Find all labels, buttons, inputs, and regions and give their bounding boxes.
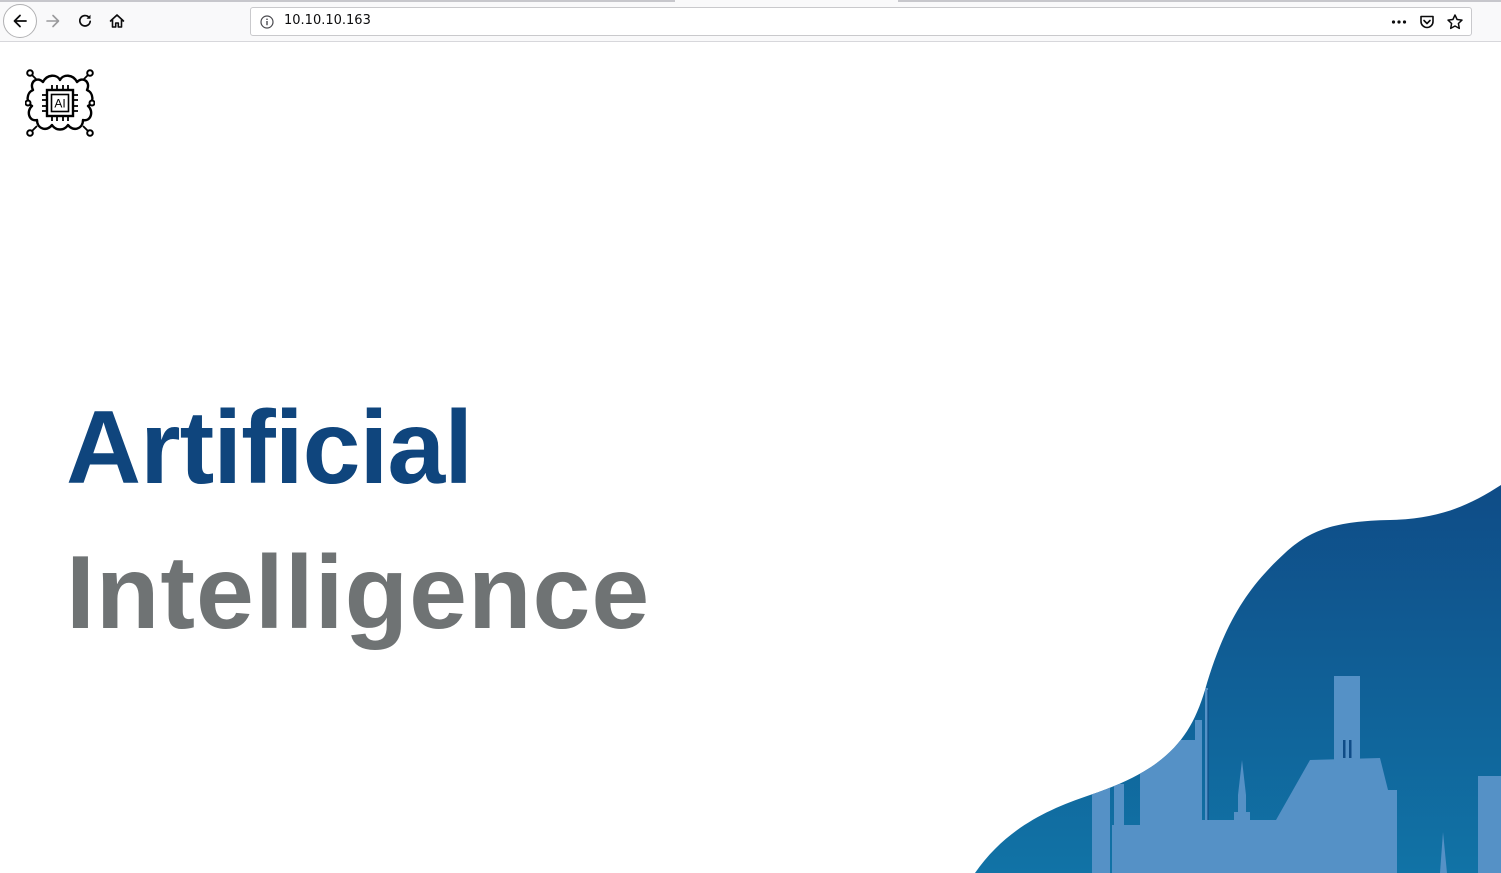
page-actions	[1387, 10, 1467, 34]
headline-artificial: Artificial	[66, 390, 473, 506]
forward-button[interactable]	[37, 5, 69, 37]
browser-toolbar: 10.10.10.163	[0, 0, 1501, 42]
ai-chip-brain-logo[interactable]: AI	[25, 68, 95, 138]
more-actions-icon[interactable]	[1387, 10, 1411, 34]
url-text[interactable]: 10.10.10.163	[284, 13, 371, 28]
headline-intelligence: Intelligence	[66, 535, 651, 651]
forward-arrow-icon	[46, 14, 60, 28]
tab-strip-edge	[898, 0, 1501, 2]
svg-text:AI: AI	[54, 97, 65, 111]
bookmark-star-icon[interactable]	[1443, 10, 1467, 34]
back-arrow-icon	[13, 14, 27, 28]
reload-button[interactable]	[69, 5, 101, 37]
address-bar[interactable]: 10.10.10.163	[250, 7, 1472, 36]
info-icon[interactable]	[260, 14, 274, 33]
back-button[interactable]	[3, 4, 37, 38]
reload-icon	[79, 14, 92, 27]
home-button[interactable]	[101, 5, 133, 37]
home-icon	[109, 14, 125, 28]
tab-strip-edge	[0, 0, 675, 2]
pocket-icon[interactable]	[1415, 10, 1439, 34]
